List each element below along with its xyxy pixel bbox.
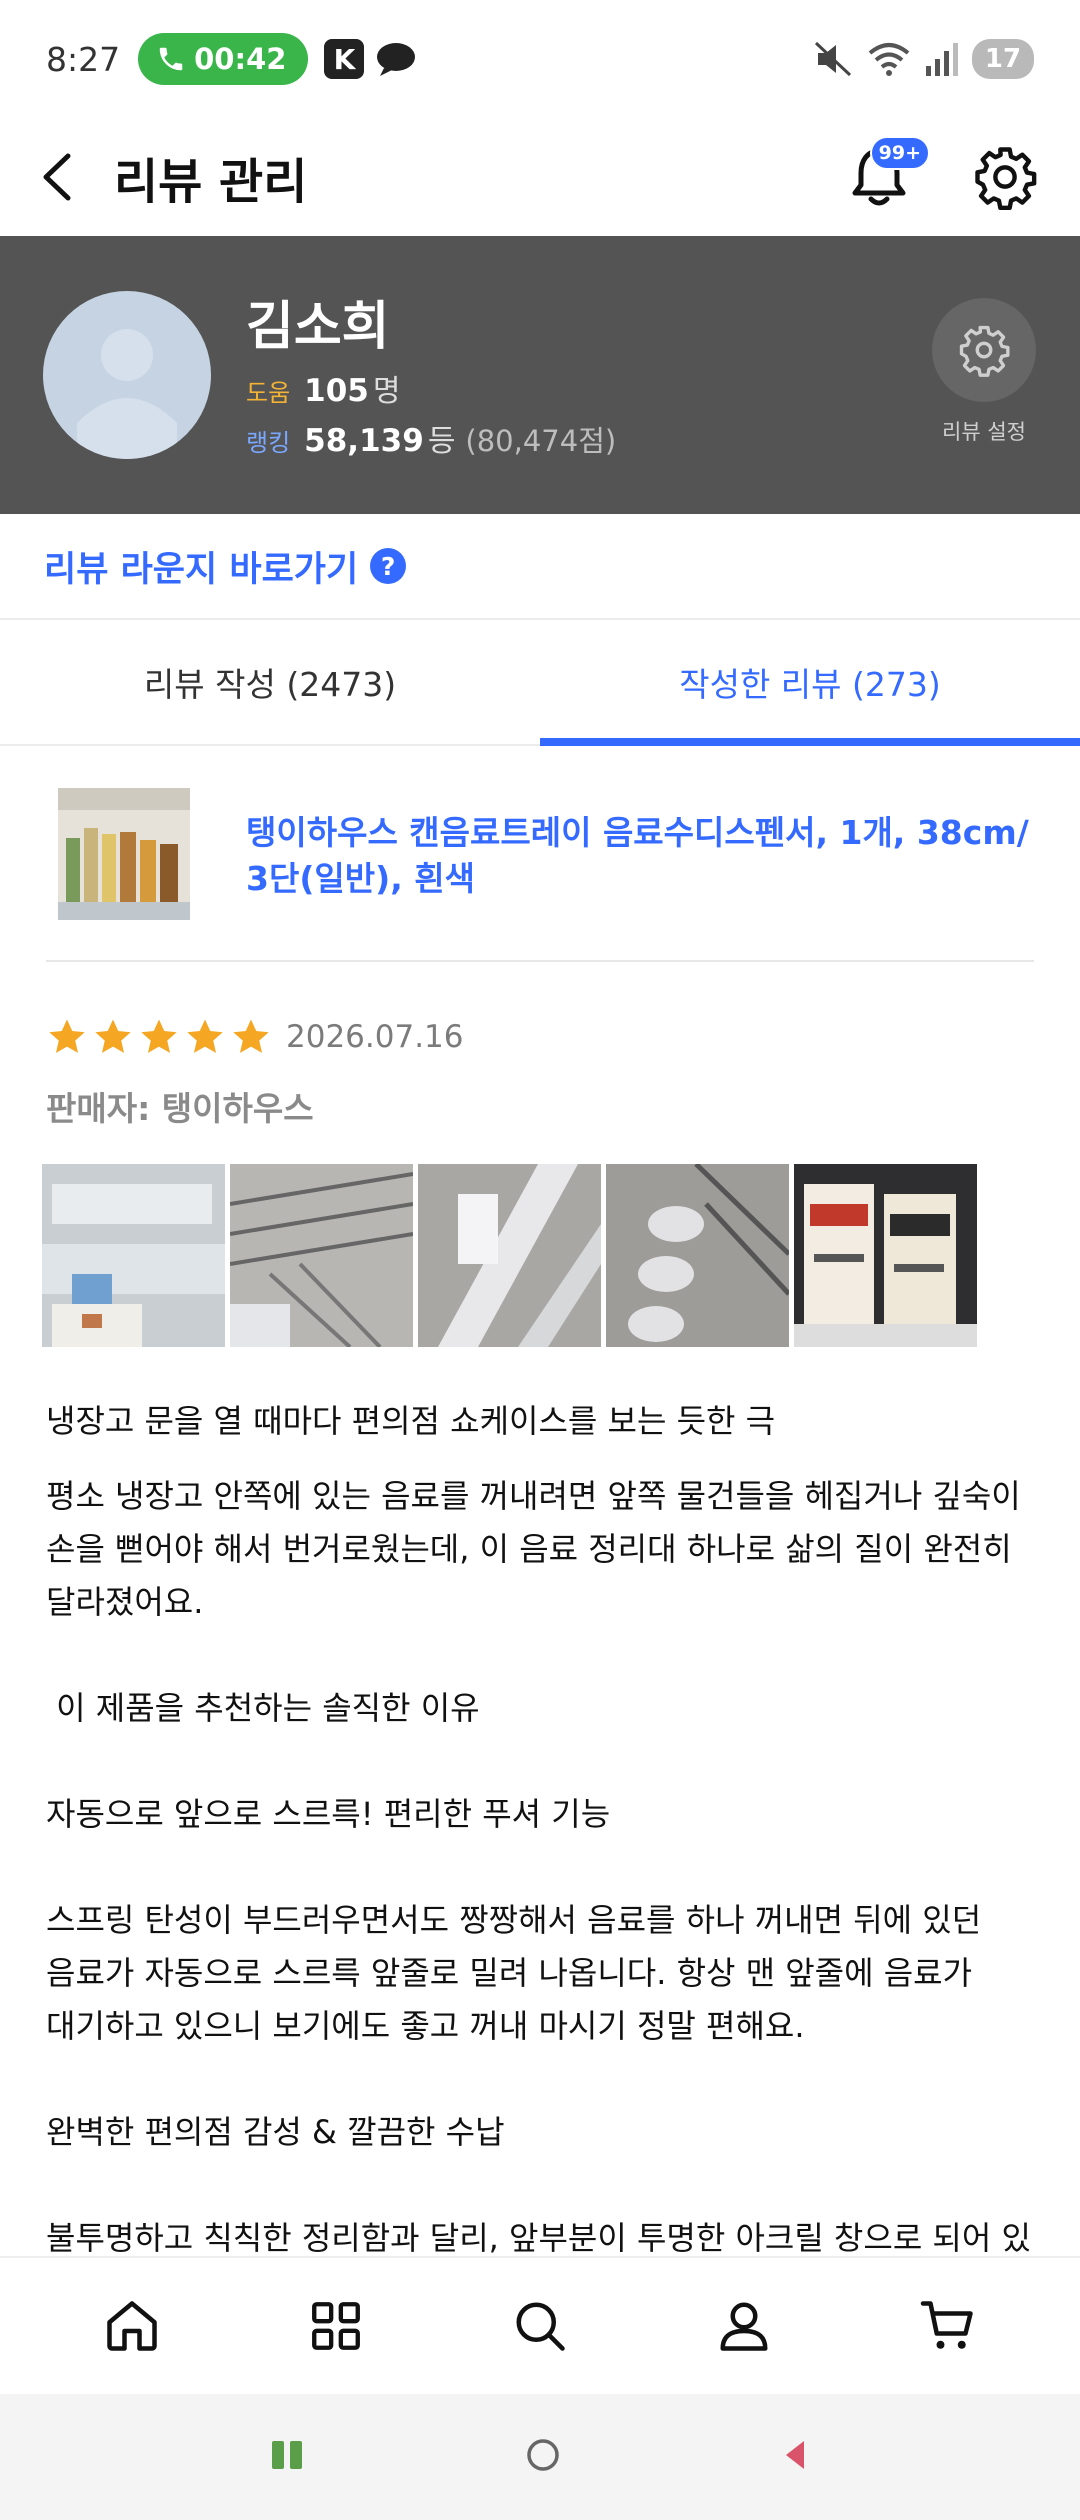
bottom-navigation bbox=[0, 2256, 1080, 2394]
review-settings-label: 리뷰 설정 bbox=[942, 420, 1026, 444]
nav-search[interactable] bbox=[500, 2286, 580, 2366]
review-lounge-text: 리뷰 라운지 바로가기 bbox=[44, 549, 359, 590]
review-body-line: 스프링 탄성이 부드러우면서도 짱짱해서 음료를 하나 꺼내면 뒤에 있던 bbox=[46, 1901, 982, 1939]
review-body-line: 평소 냉장고 안쪽에 있는 음료를 꺼내려면 앞쪽 물건들을 헤집거나 깊숙이 bbox=[46, 1477, 1021, 1515]
call-duration: 00:42 bbox=[194, 42, 287, 76]
review-body-line: 손을 뻗어야 해서 번거로웠는데, 이 음료 정리대 하나로 삶의 질이 완전히 bbox=[46, 1530, 1012, 1568]
review-date: 2026.07.16 bbox=[286, 1019, 464, 1055]
help-stat: 도움 105 명 bbox=[246, 366, 401, 410]
review-body-line: 대기하고 있으니 보기에도 좋고 꺼내 마시기 정말 편해요. bbox=[46, 2007, 805, 2045]
product-item[interactable]: 탱이하우스 캔음료트레이 음료수디스펜서, 1개, 38cm/ 3단(일반), … bbox=[46, 778, 1034, 962]
home-circle-icon bbox=[527, 2439, 559, 2471]
rank-stat: 랭킹 58,139 등 (80,474점) bbox=[246, 416, 616, 460]
gear-icon bbox=[975, 147, 1037, 210]
ongoing-call-pill[interactable]: 00:42 bbox=[138, 33, 309, 85]
status-bar: 8:27 00:42 K 17 bbox=[0, 0, 1080, 118]
rank-points: (80,474점) bbox=[465, 424, 617, 458]
review-body: 평소 냉장고 안쪽에 있는 음료를 꺼내려면 앞쪽 물건들을 헤집거나 깊숙이 … bbox=[46, 1470, 1036, 2318]
back-system-button[interactable] bbox=[778, 2435, 812, 2479]
tab-write-review[interactable]: 리뷰 작성 (2473) bbox=[0, 620, 540, 744]
avatar[interactable] bbox=[43, 291, 211, 459]
signal-icon bbox=[926, 43, 958, 76]
page-title: 리뷰 관리 bbox=[114, 154, 308, 210]
tab-written-reviews[interactable]: 작성한 리뷰 (273) bbox=[540, 620, 1080, 746]
recent-apps-icon bbox=[271, 2441, 302, 2469]
review-meta: 2026.07.16 bbox=[46, 1016, 464, 1058]
review-body-line: 완벽한 편의점 감성 & 깔끔한 수납 bbox=[46, 2113, 505, 2151]
home-system-button[interactable] bbox=[523, 2435, 563, 2479]
star-icon bbox=[49, 1019, 85, 1053]
help-label: 도움 bbox=[246, 379, 291, 407]
gear-icon bbox=[959, 325, 1010, 377]
review-title: 냉장고 문을 열 때마다 편의점 쇼케이스를 보는 듯한 극 bbox=[46, 1402, 776, 1440]
grid-icon bbox=[312, 2302, 360, 2350]
review-body-line: 달라졌어요. bbox=[46, 1583, 204, 1621]
notification-badge: 99+ bbox=[869, 136, 930, 170]
default-avatar-icon bbox=[77, 329, 177, 459]
rank-label: 랭킹 bbox=[246, 429, 291, 457]
profile-card: 김소희 도움 105 명 랭킹 58,139 등 (80,474점) 리뷰 설정 bbox=[0, 236, 1080, 514]
settings-button[interactable] bbox=[970, 142, 1040, 212]
review-lounge-link[interactable]: 리뷰 라운지 바로가기 ? bbox=[0, 514, 1080, 620]
chevron-left-icon bbox=[43, 153, 71, 201]
review-photos bbox=[42, 1164, 977, 1347]
person-icon bbox=[720, 2302, 768, 2351]
review-body-line bbox=[46, 2053, 1036, 2106]
nav-cart[interactable] bbox=[908, 2286, 988, 2366]
home-icon bbox=[107, 2301, 157, 2351]
phone-icon bbox=[159, 47, 183, 71]
status-time: 8:27 bbox=[46, 39, 121, 79]
star-icon bbox=[141, 1019, 177, 1053]
nav-categories[interactable] bbox=[296, 2286, 376, 2366]
cart-icon bbox=[920, 2301, 973, 2349]
help-unit: 명 bbox=[372, 374, 401, 409]
wifi-icon bbox=[868, 43, 910, 76]
nav-my-account[interactable] bbox=[704, 2286, 784, 2366]
help-count: 105 bbox=[304, 373, 369, 409]
rank-value: 58,139 bbox=[304, 423, 424, 459]
review-photo[interactable] bbox=[606, 1164, 789, 1347]
notifications-button[interactable]: 99+ bbox=[844, 136, 930, 212]
product-thumbnail[interactable] bbox=[58, 788, 190, 920]
product-name[interactable]: 탱이하우스 캔음료트레이 음료수디스펜서, 1개, 38cm/ 3단(일반), … bbox=[246, 810, 1036, 902]
recent-apps-button[interactable] bbox=[268, 2438, 308, 2476]
review-body-line: 음료가 자동으로 스르륵 앞줄로 밀려 나옵니다. 항상 맨 앞줄에 음료가 bbox=[46, 1954, 973, 1992]
system-navigation-bar bbox=[0, 2394, 1080, 2520]
k-app-icon: K bbox=[324, 39, 365, 79]
star-icon bbox=[187, 1019, 223, 1053]
review-body-line bbox=[46, 2159, 1036, 2212]
star-rating bbox=[46, 1016, 272, 1058]
star-icon bbox=[233, 1019, 269, 1053]
review-body-line: 자동으로 앞으로 스르륵! 편리한 푸셔 기능 bbox=[46, 1795, 611, 1833]
help-icon[interactable]: ? bbox=[370, 548, 407, 584]
review-body-line bbox=[46, 1841, 1036, 1894]
review-settings-button[interactable]: 리뷰 설정 bbox=[932, 298, 1036, 446]
profile-name: 김소희 bbox=[246, 297, 390, 357]
review-body-line bbox=[46, 1629, 1036, 1682]
chat-bubble-icon bbox=[377, 43, 416, 76]
review-tabs: 리뷰 작성 (2473) 작성한 리뷰 (273) bbox=[0, 620, 1080, 746]
product-image bbox=[58, 788, 190, 920]
back-button[interactable] bbox=[40, 147, 84, 207]
battery-level: 17 bbox=[972, 39, 1034, 79]
review-photo[interactable] bbox=[42, 1164, 225, 1347]
mute-icon bbox=[814, 41, 852, 77]
review-photo[interactable] bbox=[418, 1164, 601, 1347]
nav-home[interactable] bbox=[92, 2286, 172, 2366]
star-icon bbox=[95, 1019, 131, 1053]
review-photo[interactable] bbox=[794, 1164, 977, 1347]
review-body-line: 이 제품을 추천하는 솔직한 이유 bbox=[46, 1689, 480, 1727]
back-triangle-icon bbox=[786, 2441, 805, 2469]
rank-unit: 등 bbox=[427, 424, 456, 459]
review-body-line bbox=[46, 1735, 1036, 1788]
review-photo[interactable] bbox=[230, 1164, 413, 1347]
seller-name: 판매자: 탱이하우스 bbox=[46, 1089, 314, 1128]
app-header: 리뷰 관리 99+ bbox=[0, 118, 1080, 236]
search-icon bbox=[516, 2302, 565, 2351]
